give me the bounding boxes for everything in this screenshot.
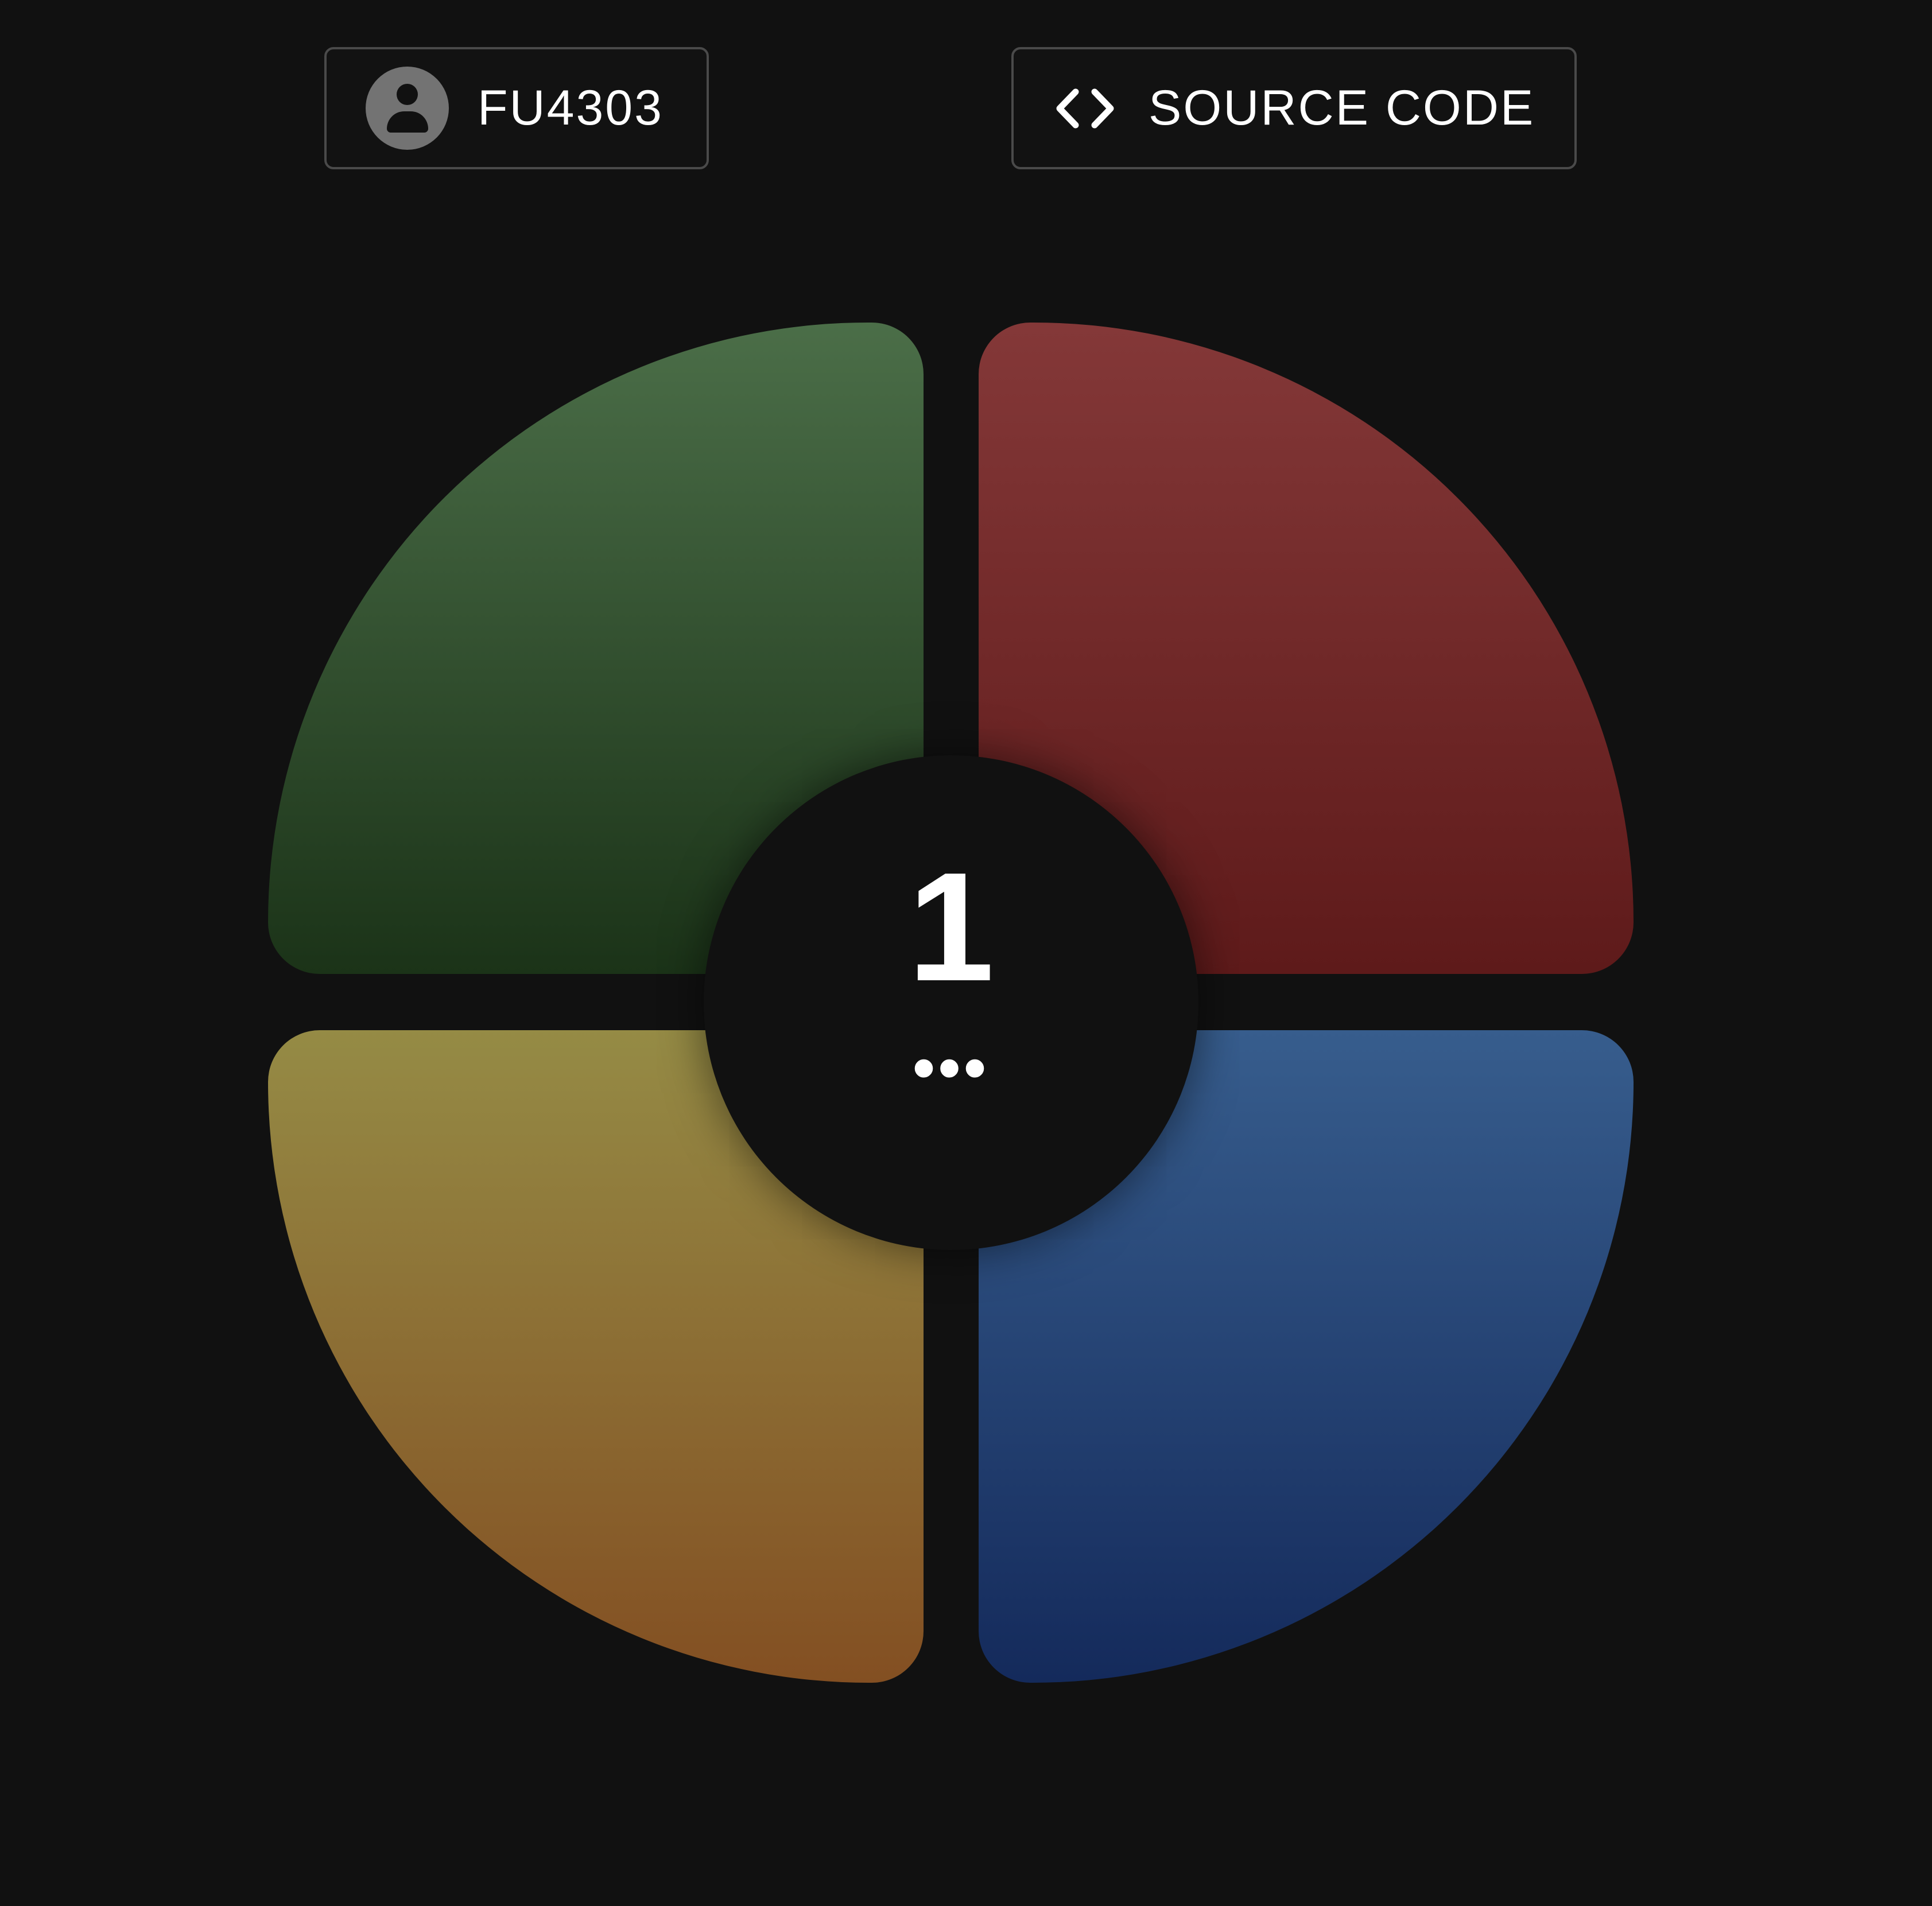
status-indicator: •••: [913, 1032, 990, 1103]
code-brackets-icon: [1056, 88, 1114, 128]
username-label: FU4303: [478, 80, 664, 135]
person-icon: [366, 67, 449, 150]
user-button[interactable]: FU4303: [324, 47, 709, 169]
round-counter: 1: [907, 841, 995, 1014]
source-code-button[interactable]: SOURCE CODE: [1011, 47, 1577, 169]
source-code-label: SOURCE CODE: [1149, 80, 1535, 135]
center-hub: 1 •••: [704, 755, 1198, 1250]
